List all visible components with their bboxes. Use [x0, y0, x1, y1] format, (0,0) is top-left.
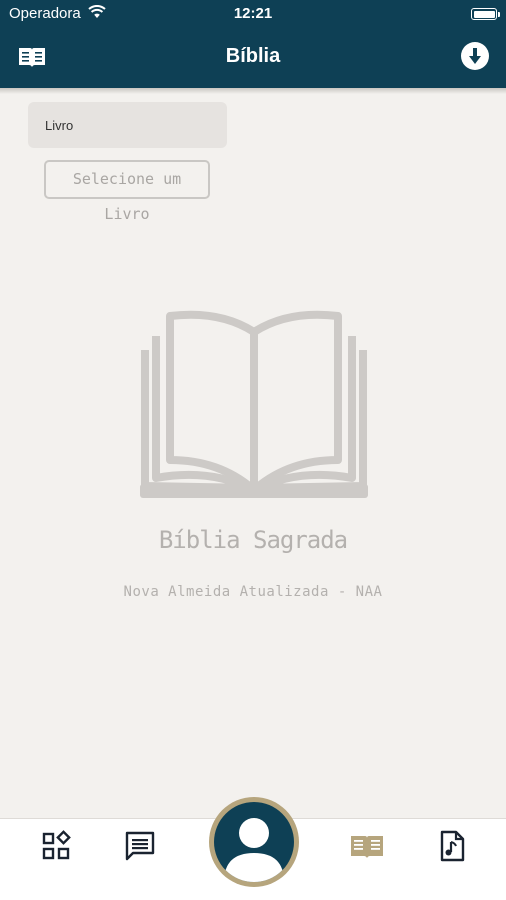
- app-header: Operadora 12:21 Bíblia: [0, 0, 506, 88]
- profile-avatar-icon: [224, 818, 284, 882]
- header-shadow: [0, 88, 506, 94]
- battery-tip: [498, 12, 500, 17]
- apps-grid-icon: [42, 830, 71, 860]
- empty-state-title: Bíblia Sagrada: [158, 526, 348, 554]
- profile-avatar[interactable]: [214, 802, 294, 882]
- book-label: Livro: [28, 102, 227, 148]
- tab-music[interactable]: [434, 828, 470, 864]
- clock: 12:21: [233, 5, 273, 22]
- battery-icon: [471, 8, 497, 20]
- chat-icon: [125, 831, 155, 861]
- music-file-icon: [440, 830, 465, 862]
- status-bar: Operadora 12:21: [0, 0, 506, 28]
- select-book-button[interactable]: Selecione um Livro: [44, 160, 210, 223]
- tab-biblia[interactable]: [349, 828, 385, 864]
- open-book-icon: [140, 310, 368, 498]
- page-title: Bíblia: [225, 45, 281, 67]
- tab-messages[interactable]: [122, 828, 158, 864]
- empty-state-subtitle: Nova Almeida Atualizada - NAA: [123, 584, 383, 600]
- download-icon[interactable]: [460, 41, 490, 71]
- bible-book-icon: [351, 836, 383, 858]
- tab-apps[interactable]: [38, 828, 74, 864]
